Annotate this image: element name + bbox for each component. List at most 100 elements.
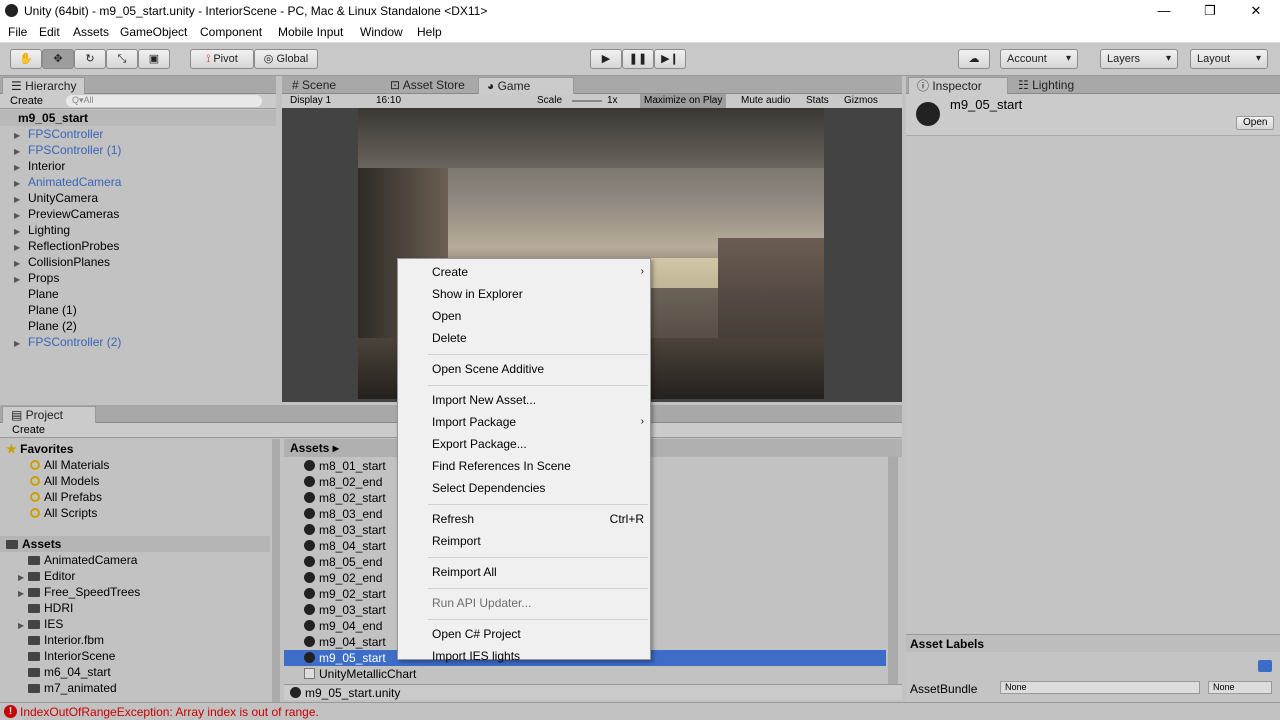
context-menu-item[interactable]: Open: [432, 306, 646, 326]
asset-folder-item[interactable]: ▶ IES: [18, 616, 63, 632]
hierarchy-item[interactable]: Plane (2): [14, 318, 77, 334]
close-button[interactable]: ✕: [1233, 0, 1279, 22]
asset-file-item[interactable]: UnityMetallicChart: [284, 666, 886, 682]
project-create-button[interactable]: Create: [12, 424, 45, 436]
folder-tree-scrollbar[interactable]: [272, 439, 280, 702]
menu-mobile-input[interactable]: Mobile Input: [278, 25, 343, 39]
tab-hierarchy[interactable]: ☰ Hierarchy: [2, 77, 86, 94]
hierarchy-item[interactable]: ▶ FPSController (1): [14, 142, 121, 158]
pivot-toggle[interactable]: ⟟ Pivot: [190, 49, 254, 69]
favorite-item[interactable]: All Models: [30, 473, 99, 489]
hierarchy-item[interactable]: ▶ Lighting: [14, 222, 70, 238]
context-menu-item[interactable]: Show in Explorer: [432, 284, 646, 304]
hierarchy-item[interactable]: ▶ UnityCamera: [14, 190, 98, 206]
tab-scene[interactable]: # Scene: [284, 77, 344, 94]
asset-bundle-dropdown[interactable]: None: [1000, 681, 1200, 694]
hierarchy-item[interactable]: ▶ Props: [14, 270, 59, 286]
tab-lighting[interactable]: ☷ Lighting: [1010, 77, 1082, 94]
context-menu-item[interactable]: Select Dependencies: [432, 478, 646, 498]
favorite-item[interactable]: All Scripts: [30, 505, 97, 521]
asset-folder-item[interactable]: Interior.fbm: [18, 632, 104, 648]
context-menu-item[interactable]: Open Scene Additive: [432, 359, 646, 379]
asset-folder-item[interactable]: HDRI: [18, 600, 73, 616]
tab-game[interactable]: ◕ Game: [478, 77, 574, 94]
context-menu-item[interactable]: Import New Asset...: [432, 390, 646, 410]
hierarchy-item[interactable]: ▶ ReflectionProbes: [14, 238, 119, 254]
asset-folder-item[interactable]: AnimatedCamera: [18, 552, 137, 568]
hierarchy-item[interactable]: ▶ PreviewCameras: [14, 206, 119, 222]
menu-gameobject[interactable]: GameObject: [120, 25, 187, 39]
aspect-dropdown[interactable]: 16:10: [376, 95, 401, 106]
context-menu-item[interactable]: Import Package ›: [432, 412, 646, 432]
layout-dropdown[interactable]: Layout: [1190, 49, 1268, 69]
favorite-item[interactable]: All Prefabs: [30, 489, 102, 505]
hierarchy-item[interactable]: Plane: [14, 286, 59, 302]
play-button[interactable]: ▶: [590, 49, 622, 69]
status-message[interactable]: IndexOutOfRangeException: Array index is…: [20, 705, 319, 719]
hierarchy-item[interactable]: Plane (1): [14, 302, 77, 318]
hierarchy-scene-header[interactable]: m9_05_start: [0, 110, 276, 126]
asset-folder-item[interactable]: m6_04_start: [18, 664, 111, 680]
context-menu-item[interactable]: Create ›: [432, 262, 646, 282]
label-tag-icon[interactable]: [1258, 660, 1272, 672]
global-toggle[interactable]: ◎ Global: [254, 49, 318, 69]
expand-arrow-icon[interactable]: ▶: [14, 336, 28, 352]
hierarchy-search-input[interactable]: Q▾All: [66, 95, 262, 107]
asset-folder-item[interactable]: InteriorScene: [18, 648, 115, 664]
breadcrumb[interactable]: Assets ▸: [290, 441, 339, 455]
menu-assets[interactable]: Assets: [73, 25, 109, 39]
menu-window[interactable]: Window: [360, 25, 403, 39]
menu-component[interactable]: Component: [200, 25, 262, 39]
tab-project[interactable]: ▤ Project: [2, 406, 96, 423]
hierarchy-item[interactable]: ▶ Interior: [14, 158, 65, 174]
tab-asset-store[interactable]: ⊡ Asset Store: [382, 77, 473, 94]
maximize-on-play-toggle[interactable]: Maximize on Play: [640, 94, 727, 108]
hierarchy-create-button[interactable]: Create: [10, 95, 43, 107]
scale-slider[interactable]: [572, 100, 602, 102]
hierarchy-panel: ☰ Hierarchy Create Q▾All m9_05_start ▶ FP…: [0, 76, 276, 402]
cloud-icon[interactable]: ☁: [958, 49, 990, 69]
hierarchy-item[interactable]: ▶ CollisionPlanes: [14, 254, 110, 270]
rect-tool-button[interactable]: ▣: [138, 49, 170, 69]
pause-button[interactable]: ❚❚: [622, 49, 654, 69]
scale-tool-button[interactable]: ⤡: [106, 49, 138, 69]
display-dropdown[interactable]: Display 1: [290, 95, 331, 106]
hand-tool-button[interactable]: ✋: [10, 49, 42, 69]
scene-icon: [304, 652, 315, 663]
layers-dropdown[interactable]: Layers: [1100, 49, 1178, 69]
move-tool-button[interactable]: ✥: [42, 49, 74, 69]
context-menu-item[interactable]: Export Package...: [432, 434, 646, 454]
menu-file[interactable]: File: [8, 25, 27, 39]
favorites-header[interactable]: ★ Favorites: [6, 441, 73, 457]
tab-inspector[interactable]: ⓘ Inspector: [908, 77, 1008, 94]
step-button[interactable]: ▶❙: [654, 49, 686, 69]
favorite-item[interactable]: All Materials: [30, 457, 109, 473]
hierarchy-item[interactable]: ▶ AnimatedCamera: [14, 174, 121, 190]
menu-help[interactable]: Help: [417, 25, 442, 39]
context-menu-item[interactable]: Open C# Project: [432, 624, 646, 644]
context-menu-item[interactable]: Import IES lights: [432, 646, 646, 666]
context-menu-item[interactable]: Delete: [432, 328, 646, 348]
assets-root[interactable]: Assets: [0, 536, 270, 552]
mute-audio-toggle[interactable]: Mute audio: [741, 95, 790, 106]
stats-toggle[interactable]: Stats: [806, 95, 829, 106]
hierarchy-item-label: FPSController (1): [28, 143, 122, 157]
hierarchy-item[interactable]: ▶ FPSController: [14, 126, 103, 142]
gizmos-dropdown[interactable]: Gizmos: [844, 95, 878, 106]
context-menu-item[interactable]: Refresh Ctrl+R: [432, 509, 646, 529]
context-menu-item[interactable]: Reimport All: [432, 562, 646, 582]
asset-folder-item[interactable]: ▶ Editor: [18, 568, 75, 584]
context-menu-item[interactable]: Find References In Scene: [432, 456, 646, 476]
maximize-button[interactable]: ❐: [1187, 0, 1233, 22]
account-dropdown[interactable]: Account: [1000, 49, 1078, 69]
rotate-tool-button[interactable]: ↻: [74, 49, 106, 69]
asset-folder-item[interactable]: m7_animated: [18, 680, 117, 696]
file-list-scrollbar[interactable]: [888, 457, 898, 685]
asset-folder-item[interactable]: ▶ Free_SpeedTrees: [18, 584, 140, 600]
inspector-open-button[interactable]: Open: [1236, 116, 1275, 130]
menu-edit[interactable]: Edit: [39, 25, 60, 39]
asset-variant-dropdown[interactable]: None: [1208, 681, 1272, 694]
minimize-button[interactable]: —: [1141, 0, 1187, 22]
hierarchy-item[interactable]: ▶ FPSController (2): [14, 334, 121, 350]
context-menu-item[interactable]: Reimport: [432, 531, 646, 551]
